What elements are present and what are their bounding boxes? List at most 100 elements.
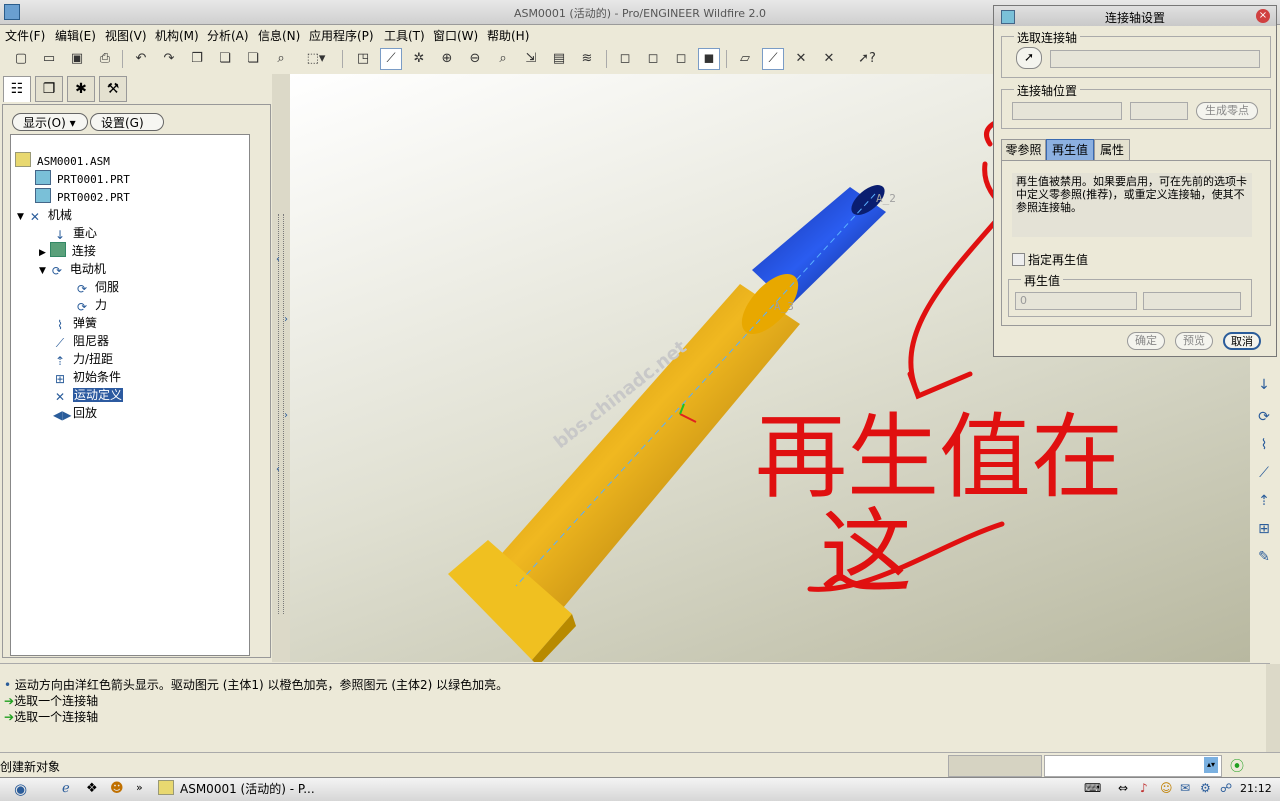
collapse-arrow-icon[interactable]: ‹ <box>276 254 280 265</box>
menu-applications[interactable]: 应用程序(P) <box>309 27 374 44</box>
dropdown-spinner-icon[interactable]: ▴▾ <box>1204 757 1218 773</box>
expand-icon[interactable]: ▶ <box>39 248 46 258</box>
menu-edit[interactable]: 编辑(E) <box>55 27 96 44</box>
open-folder-icon[interactable]: ▭ <box>38 48 60 70</box>
gravity-icon[interactable]: ↓ <box>1254 375 1274 395</box>
layers-icon[interactable]: ≋ <box>576 48 598 70</box>
quick-launch-app2-icon[interactable]: ☻ <box>110 781 124 796</box>
menu-help[interactable]: 帮助(H) <box>487 27 529 44</box>
axis-display-icon[interactable]: ⟋ <box>380 48 402 70</box>
axis-position-unit-field[interactable] <box>1130 102 1188 120</box>
selected-axis-field[interactable] <box>1050 50 1260 68</box>
refit-icon[interactable]: ⌕ <box>492 48 514 70</box>
analysis-icon[interactable]: ✎ <box>1254 547 1274 567</box>
selection-filter-icon[interactable]: ⬚▾ <box>298 48 334 70</box>
damper-icon[interactable]: ⟋ <box>1254 463 1274 483</box>
tree-item-motors[interactable]: ▼ ⟳ 电动机 <box>39 260 106 278</box>
preview-button[interactable]: 预览 <box>1175 332 1213 350</box>
tab-zero-reference[interactable]: 零参照 <box>1001 139 1046 161</box>
quick-launch-app-icon[interactable]: ❖ <box>86 781 98 796</box>
tree-item-connections[interactable]: ▶ 连接 <box>39 242 96 260</box>
tree-item-playback[interactable]: ◀▶ 回放 <box>53 404 97 422</box>
tree-item-springs[interactable]: ⌇ 弹簧 <box>53 314 97 332</box>
paste-special-icon[interactable]: ❏ <box>242 48 264 70</box>
settings-button[interactable]: 设置(G) ▾ <box>90 113 164 148</box>
ok-button[interactable]: 确定 <box>1127 332 1165 350</box>
collapse-icon[interactable]: ▼ <box>39 266 46 276</box>
filter-select[interactable] <box>1044 755 1222 777</box>
tree-item-prt0002[interactable]: PRT0002.PRT <box>35 188 130 206</box>
close-icon[interactable]: × <box>1256 9 1270 23</box>
reorient-icon[interactable]: ⇲ <box>520 48 542 70</box>
collapse-icon[interactable]: ▼ <box>17 212 24 222</box>
tray-icon[interactable]: ☍ <box>1220 781 1232 795</box>
select-pointer-icon[interactable]: ➚ <box>1016 47 1042 69</box>
copy-icon[interactable]: ❐ <box>186 48 208 70</box>
keyboard-tray-icon[interactable]: ⌨ <box>1084 781 1101 795</box>
network-tray-icon[interactable]: ⇔ <box>1118 781 1128 795</box>
initial-conditions-icon[interactable]: ⊞ <box>1254 519 1274 539</box>
regen-unit-field[interactable] <box>1143 292 1241 310</box>
tree-item-asm0001[interactable]: ASM0001.ASM <box>15 152 110 170</box>
expand-arrow-icon[interactable]: › <box>284 314 288 325</box>
tree-item-servo[interactable]: ⟳ 伺服 <box>75 278 119 296</box>
menu-file[interactable]: 文件(F) <box>5 27 45 44</box>
message-scrollbar[interactable] <box>1266 664 1280 752</box>
print-icon[interactable]: ⎙ <box>94 48 116 70</box>
menu-mechanism[interactable]: 机构(M) <box>155 27 199 44</box>
tray-icon[interactable]: ☺ <box>1160 781 1173 795</box>
paste-icon[interactable]: ❏ <box>214 48 236 70</box>
menu-analysis[interactable]: 分析(A) <box>207 27 249 44</box>
tray-icon[interactable]: ✉ <box>1180 781 1190 795</box>
save-icon[interactable]: ▣ <box>66 48 88 70</box>
tab-regen-value[interactable]: 再生值 <box>1046 139 1094 161</box>
regen-value-field[interactable]: 0 <box>1015 292 1137 310</box>
datum-planes-icon[interactable]: ▱ <box>734 48 756 70</box>
tree-item-initial-conditions[interactable]: ⊞ 初始条件 <box>53 368 121 386</box>
menu-tools[interactable]: 工具(T) <box>384 27 425 44</box>
tree-item-prt0001[interactable]: PRT0001.PRT <box>35 170 130 188</box>
favorites-tab-icon[interactable]: ✱ <box>67 76 95 102</box>
datum-display-icon[interactable]: ◳ <box>352 48 374 70</box>
zoom-in-icon[interactable]: ⊕ <box>436 48 458 70</box>
generate-zero-button[interactable]: 生成零点 <box>1196 102 1258 120</box>
start-menu-icon[interactable]: ◉ <box>14 780 27 798</box>
tray-icon[interactable]: ⚙ <box>1200 781 1211 795</box>
more-icon[interactable]: » <box>136 781 143 794</box>
datum-points-icon[interactable]: ✕ <box>790 48 812 70</box>
saved-views-icon[interactable]: ▤ <box>548 48 570 70</box>
shading-icon[interactable]: ◼ <box>698 48 720 70</box>
context-help-icon[interactable]: ➚? <box>856 48 878 70</box>
tree-item-force-torque[interactable]: ⇡ 力/扭距 <box>53 350 113 368</box>
force-torque-icon[interactable]: ⇡ <box>1254 491 1274 511</box>
no-hidden-icon[interactable]: ◻ <box>670 48 692 70</box>
connections-tab-icon[interactable]: ⚒ <box>99 76 127 102</box>
display-button[interactable]: 显示(O) ▾ <box>12 113 88 131</box>
tree-item-force[interactable]: ⟳ 力 <box>75 296 107 314</box>
zoom-out-icon[interactable]: ⊖ <box>464 48 486 70</box>
coordinate-systems-icon[interactable]: ✕ <box>818 48 840 70</box>
new-file-icon[interactable]: ▢ <box>10 48 32 70</box>
find-icon[interactable]: ⌕ <box>270 48 292 70</box>
servo-motor-icon[interactable]: ⟳ <box>1254 407 1274 427</box>
panel-splitter[interactable]: ‹ › › ‹ <box>272 74 290 662</box>
folder-browser-tab-icon[interactable]: ❐ <box>35 76 63 102</box>
quick-launch-ie-icon[interactable]: ℯ <box>62 781 70 796</box>
menu-window[interactable]: 窗口(W) <box>433 27 478 44</box>
tab-properties[interactable]: 属性 <box>1094 139 1130 161</box>
tree-item-mechanism[interactable]: ▼ ✕ 机械 <box>17 206 72 224</box>
cancel-button[interactable]: 取消 <box>1223 332 1261 350</box>
collapse-arrow-icon[interactable]: ‹ <box>276 464 280 475</box>
tree-item-dampers[interactable]: ⟋ 阻尼器 <box>53 332 109 350</box>
redo-icon[interactable]: ↷ <box>158 48 180 70</box>
tree-item-gravity[interactable]: ↓ 重心 <box>53 224 97 242</box>
spring-icon[interactable]: ⌇ <box>1254 435 1274 455</box>
hidden-line-icon[interactable]: ◻ <box>642 48 664 70</box>
specify-regen-checkbox[interactable] <box>1012 253 1025 266</box>
taskbar-window-button[interactable]: ASM0001 (活动的) - P... <box>158 780 408 798</box>
model-tree-tab-icon[interactable]: ☷ <box>3 76 31 102</box>
datum-axes-icon[interactable]: ⟋ <box>762 48 784 70</box>
expand-arrow-icon[interactable]: › <box>284 410 288 421</box>
menu-info[interactable]: 信息(N) <box>258 27 300 44</box>
undo-icon[interactable]: ↶ <box>130 48 152 70</box>
